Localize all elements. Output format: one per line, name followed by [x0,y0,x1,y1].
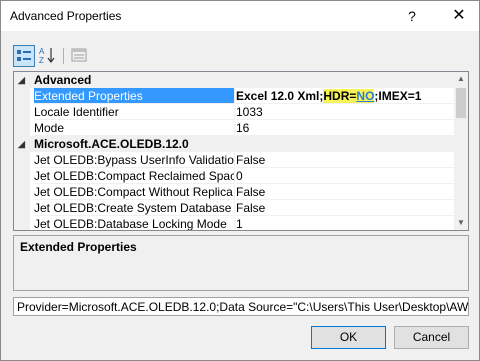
connection-string-field[interactable]: Provider=Microsoft.ACE.OLEDB.12.0;Data S… [13,297,469,316]
categorized-icon [17,50,31,61]
property-value[interactable]: 16 [236,120,454,136]
property-grid: ◢ Advanced Extended Properties Excel 12.… [13,71,469,231]
property-name: Mode [34,120,234,136]
title-bar: Advanced Properties ? ✕ [1,1,479,31]
property-row[interactable]: Jet OLEDB:Bypass UserInfo Validation Fal… [14,152,454,168]
svg-text:Z: Z [39,56,44,65]
collapse-icon[interactable]: ◢ [18,136,28,152]
property-value[interactable]: False [236,200,454,216]
property-row[interactable]: Jet OLEDB:Create System Database False [14,200,454,216]
property-row[interactable]: Jet OLEDB:Compact Without Replica R Fals… [14,184,454,200]
vertical-scrollbar[interactable]: ▲ ▼ [454,72,468,230]
window-title: Advanced Properties [10,9,122,23]
property-row[interactable]: Mode 16 [14,120,454,136]
property-value[interactable]: Excel 12.0 Xml;HDR=NO;IMEX=1 [236,88,454,104]
property-value[interactable]: False [236,184,454,200]
scroll-down-icon[interactable]: ▼ [454,216,468,230]
property-value[interactable]: 1033 [236,104,454,120]
property-row[interactable]: Locale Identifier 1033 [14,104,454,120]
ok-button[interactable]: OK [311,326,386,349]
collapse-icon[interactable]: ◢ [18,72,28,88]
property-name: Locale Identifier [34,104,234,120]
category-label: Microsoft.ACE.OLEDB.12.0 [34,137,189,151]
category-label: Advanced [34,73,92,87]
property-row[interactable]: Jet OLEDB:Compact Reclaimed Space 0 [14,168,454,184]
property-name: Jet OLEDB:Create System Database [34,200,234,216]
property-name: Extended Properties [34,88,234,104]
property-value[interactable]: False [236,152,454,168]
category-microsoft-ace-oledb[interactable]: ◢ Microsoft.ACE.OLEDB.12.0 [14,136,454,152]
help-button[interactable]: ? [397,1,427,31]
property-name: Jet OLEDB:Database Locking Mode [34,216,234,230]
svg-text:A: A [39,47,45,56]
property-row[interactable]: Extended Properties Excel 12.0 Xml;HDR=N… [14,88,454,104]
property-name: Jet OLEDB:Compact Reclaimed Space [34,169,234,184]
cancel-button[interactable]: Cancel [394,326,469,349]
property-value[interactable]: 0 [236,168,454,184]
close-button[interactable]: ✕ [441,1,477,31]
property-row[interactable]: Jet OLEDB:Database Locking Mode 1 [14,216,454,230]
description-title: Extended Properties [20,240,137,254]
alphabetical-button[interactable]: A Z [37,45,59,67]
property-toolbar: A Z [13,45,113,67]
toolbar-separator [63,48,64,64]
property-pages-button[interactable] [69,45,91,67]
connection-string-text: Provider=Microsoft.ACE.OLEDB.12.0;Data S… [17,300,469,314]
property-value[interactable]: 1 [236,216,454,230]
category-advanced[interactable]: ◢ Advanced [14,72,454,88]
scroll-up-icon[interactable]: ▲ [454,72,468,86]
sort-alphabetical-icon: A Z [39,47,55,65]
categorized-button[interactable] [13,45,35,67]
scroll-thumb[interactable] [456,88,466,118]
property-name: Jet OLEDB:Bypass UserInfo Validation [34,153,234,168]
property-pages-icon [71,48,87,62]
property-name: Jet OLEDB:Compact Without Replica R [34,185,234,200]
advanced-properties-dialog: Advanced Properties ? ✕ A Z ◢ Advanced E… [0,0,480,361]
description-panel: Extended Properties [13,235,469,291]
